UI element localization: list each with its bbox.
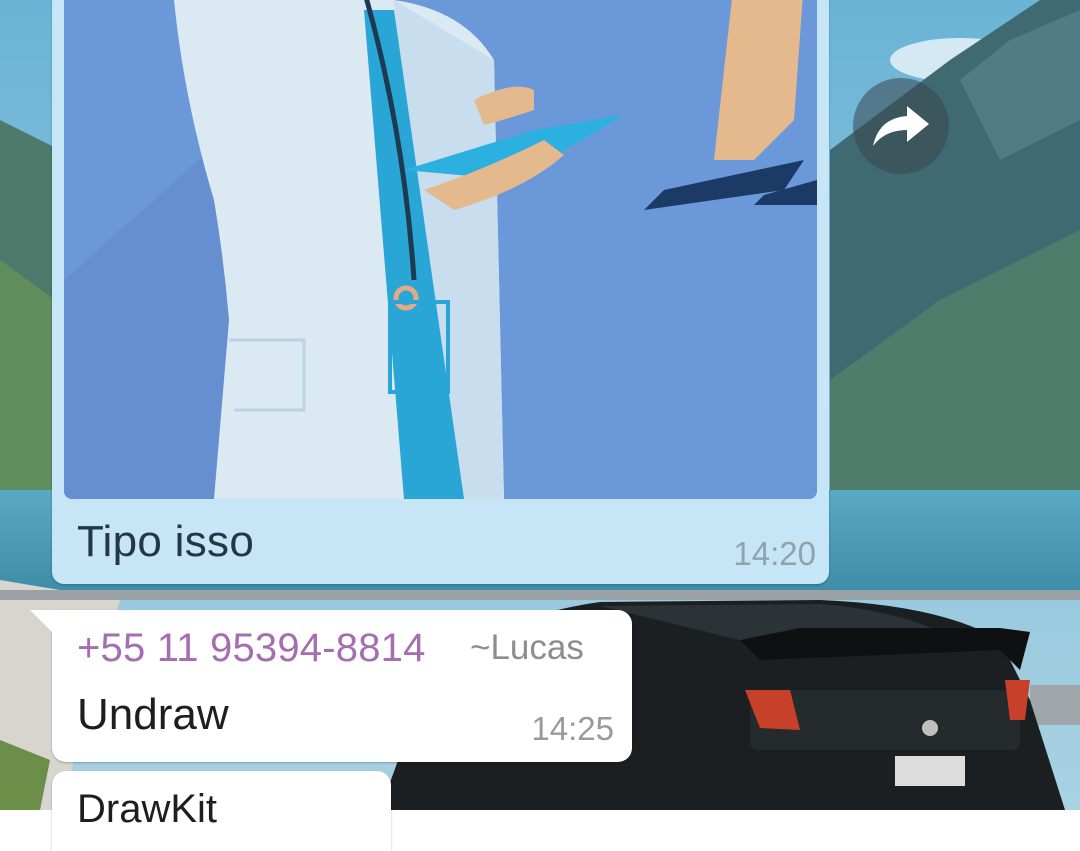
incoming-message-partial[interactable]: DrawKit (52, 771, 391, 851)
outgoing-image-message[interactable]: Tipo isso 14:20 (52, 0, 829, 584)
doctor-illustration-photo[interactable] (64, 0, 817, 499)
forward-button[interactable] (853, 78, 949, 174)
message-time: 14:25 (531, 710, 614, 747)
sender-alias: ~Lucas (470, 628, 584, 667)
message-caption: Tipo isso (77, 517, 255, 566)
sender-phone[interactable]: +55 11 95394-8814 (77, 626, 426, 671)
incoming-message[interactable]: +55 11 95394-8814 ~Lucas Undraw 14:25 (30, 610, 632, 762)
forward-arrow-icon (873, 106, 929, 146)
message-text: Undraw (77, 690, 229, 739)
bubble-tail (30, 610, 52, 632)
message-time: 14:20 (733, 535, 816, 572)
